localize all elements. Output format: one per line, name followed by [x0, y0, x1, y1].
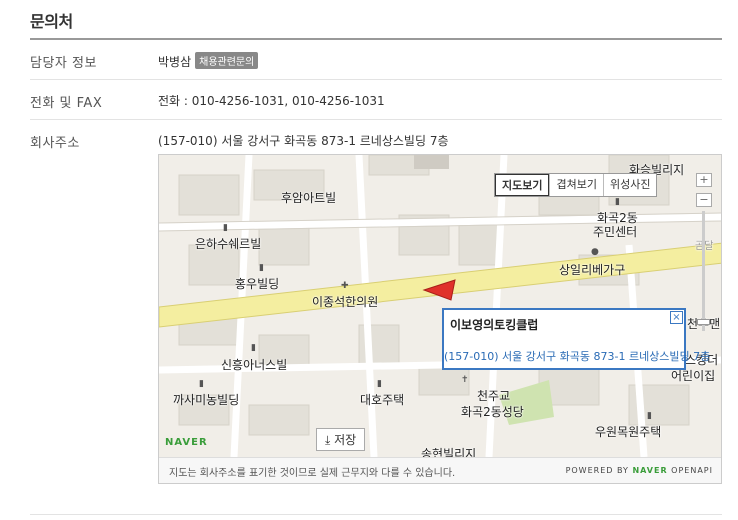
- church-icon: ✝: [461, 375, 469, 385]
- map-background: [159, 155, 721, 457]
- hospital-icon: ✚: [341, 281, 349, 291]
- label-sangil-furniture: 상일리베가구: [559, 263, 626, 277]
- map-disclaimer: 지도는 회사주소를 표기한 것이므로 실제 근무지와 다를 수 있습니다.: [169, 468, 456, 479]
- building-icon: ▮: [615, 197, 620, 207]
- label-shinheung: 신흥아너스빌: [221, 358, 288, 372]
- powered-suffix: OPENAPI: [671, 466, 713, 475]
- map-type-switcher: 지도보기 겹쳐보기 위성사진: [494, 173, 658, 197]
- zoom-out-top-button[interactable]: −: [696, 193, 712, 207]
- building-icon: ▮: [223, 223, 228, 233]
- label-hwagok-church: 화곡2동성당: [461, 405, 524, 419]
- zoom-slider-track[interactable]: [697, 211, 710, 331]
- page-title: 문의처: [30, 12, 73, 31]
- phone-row: 전화 및 FAX 전화 : 010-4256-1031, 010-4256-10…: [30, 80, 722, 120]
- label-woowon: 우원목원주택: [595, 425, 662, 439]
- building-icon: ▮: [251, 343, 256, 353]
- powered-by: POWERED BY NAVER OPENAPI: [566, 466, 713, 475]
- info-window-address[interactable]: (157-010) 서울 강서구 화곡동 873-1 르네상스빌딩 7층: [444, 348, 710, 364]
- recruit-tag: 채용관련문의: [195, 52, 259, 69]
- contact-label: 담당자 정보: [30, 56, 97, 71]
- info-window: 이보영의토킹클럽 (157-010) 서울 강서구 화곡동 873-1 르네상스…: [442, 308, 710, 370]
- building-icon: ▮: [199, 379, 204, 389]
- label-hongwoo: 홍우빌딩: [235, 277, 280, 291]
- zoom-slider-thumb[interactable]: [697, 319, 710, 325]
- powered-prefix: POWERED BY: [565, 466, 629, 475]
- building-icon: ▮: [647, 411, 652, 421]
- close-icon[interactable]: ×: [670, 311, 683, 324]
- save-map-button[interactable]: ⤓ 저장: [316, 428, 366, 451]
- map-footer: 지도는 회사주소를 표기한 것이므로 실제 근무지와 다를 수 있습니다. PO…: [159, 457, 721, 483]
- naver-logo: NAVER: [165, 437, 208, 448]
- bottom-divider: [30, 514, 722, 515]
- zoom-in-button[interactable]: +: [696, 173, 712, 187]
- overlay-view-button[interactable]: 겹쳐보기: [549, 174, 602, 196]
- contact-value: 박병삼 채용관련문의: [158, 52, 259, 70]
- label-community-center: 주민센터: [593, 225, 638, 239]
- powered-brand: NAVER: [632, 466, 668, 475]
- map-view-button[interactable]: 지도보기: [495, 174, 550, 196]
- shop-icon: ●: [591, 247, 599, 257]
- map-view[interactable]: 후암아트빌 은하수쉐르빌 홍우빌딩 이종석한의원 신흥아너스빌 까사미농빌딩 대…: [158, 154, 722, 484]
- label-daeho: 대호주택: [360, 393, 405, 407]
- building-icon: ▮: [377, 379, 382, 389]
- label-catholic: 천주교: [477, 389, 511, 403]
- contact-row: 담당자 정보 박병삼 채용관련문의: [30, 40, 722, 80]
- label-eunhasu: 은하수쉐르빌: [195, 237, 262, 251]
- building-icon: ▮: [259, 263, 264, 273]
- label-lee-clinic: 이종석한의원: [312, 295, 379, 309]
- address-label: 회사주소: [30, 136, 80, 151]
- label-casamino: 까사미농빌딩: [173, 393, 240, 407]
- satellite-view-button[interactable]: 위성사진: [602, 174, 656, 196]
- address-value: (157-010) 서울 강서구 화곡동 873-1 르네상스빌딩 7층: [158, 134, 449, 148]
- info-window-title: 이보영의토킹클럽: [450, 318, 539, 332]
- phone-label: 전화 및 FAX: [30, 96, 103, 111]
- label-huam-artvil: 후암아트빌: [281, 191, 337, 205]
- zoom-control: + −: [693, 173, 715, 343]
- contact-name: 박병삼: [158, 55, 192, 69]
- phone-value: 전화 : 010-4256-1031, 010-4256-1031: [158, 94, 385, 108]
